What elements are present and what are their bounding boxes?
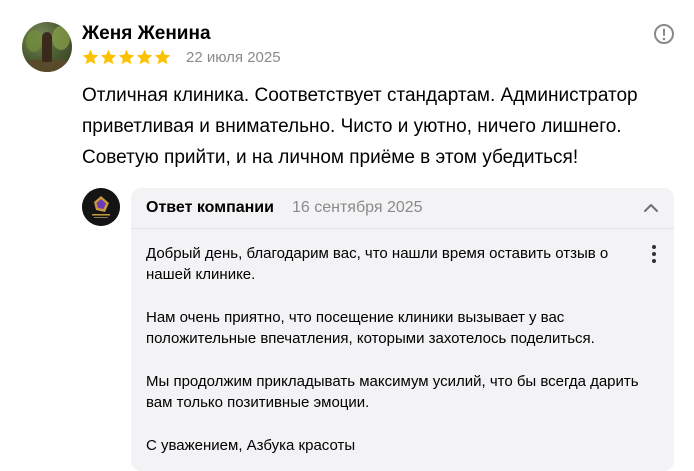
exclamation-circle-icon[interactable] (653, 23, 675, 45)
vertical-dots-icon[interactable] (647, 243, 661, 265)
author-avatar[interactable] (22, 22, 72, 72)
reply-signature: С уважением, Азбука красоты (146, 437, 356, 454)
star-icon (100, 49, 117, 65)
reply-title: Ответ компании (146, 199, 274, 216)
author-name[interactable]: Женя Женина (82, 23, 211, 45)
chevron-up-icon[interactable] (641, 199, 661, 217)
company-logo (82, 188, 120, 226)
review-text: Отличная клиника. Соответствует стандарт… (82, 85, 638, 168)
reply-paragraph: Нам очень приятно, что посещение клиники… (146, 309, 595, 347)
reply-paragraph: Мы продолжим прикладывать максимум усили… (146, 373, 639, 411)
star-icon (118, 49, 135, 65)
review-card: Женя Женина 22 июля 2025 Отличная клиник… (0, 0, 694, 471)
star-icon (154, 49, 171, 65)
reply-divider (131, 228, 674, 229)
reply-date: 16 сентября 2025 (292, 199, 423, 216)
rating-stars (82, 49, 171, 65)
reply-body: Добрый день, благодарим вас, что нашли в… (146, 243, 641, 471)
reply-paragraph: Добрый день, благодарим вас, что нашли в… (146, 245, 609, 283)
star-icon (82, 49, 99, 65)
star-icon (136, 49, 153, 65)
review-date: 22 июля 2025 (186, 49, 281, 66)
